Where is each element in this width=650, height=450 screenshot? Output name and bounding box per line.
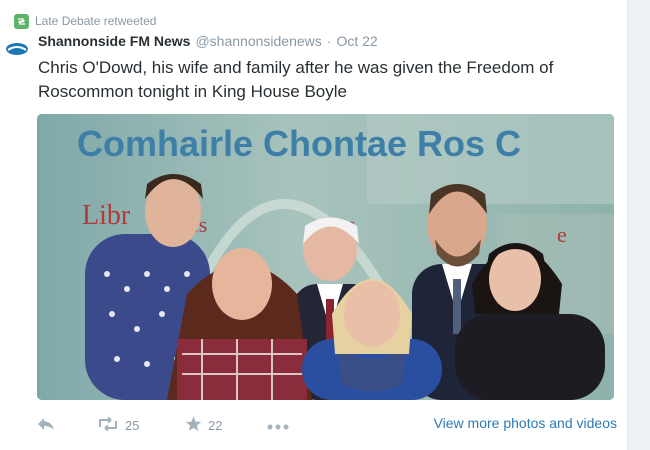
favorite-count: 22 [208, 417, 223, 433]
banner-text-5: e [557, 222, 567, 247]
retweet-icon [14, 13, 29, 29]
banner-text-2: Libr [82, 200, 131, 231]
tweet-actions: 25 22 View more photos and videos [37, 412, 617, 438]
reply-button[interactable] [37, 412, 61, 438]
reply-icon [37, 417, 55, 434]
banner-text: Comhairle Chontae Ros C [77, 123, 521, 164]
more-options-button[interactable] [267, 412, 289, 438]
view-more-photos-link[interactable]: View more photos and videos [434, 415, 617, 431]
more-icon [267, 418, 289, 433]
star-icon [185, 416, 202, 435]
tweet-text: Chris O'Dowd, his wife and family after … [38, 58, 554, 101]
tweet-photo[interactable]: Comhairle Chontae Ros C Libr es s e [37, 114, 614, 400]
retweet-count: 25 [125, 417, 140, 433]
avatar[interactable] [4, 36, 30, 62]
scrollbar[interactable] [627, 0, 650, 450]
retweet-context: Late Debate retweeted [14, 12, 156, 30]
author-name[interactable]: Shannonside FM News [38, 33, 190, 49]
tweet-timestamp[interactable]: Oct 22 [336, 33, 377, 49]
separator-dot: · [326, 33, 332, 49]
retweet-button[interactable]: 25 [97, 412, 139, 438]
tweet-header: Shannonside FM News @shannonsidenews · O… [38, 33, 378, 49]
retweeter-label[interactable]: Late Debate retweeted [35, 14, 156, 28]
favorite-button[interactable]: 22 [185, 412, 222, 438]
author-handle[interactable]: @shannonsidenews [195, 33, 321, 49]
retweet-action-icon [97, 416, 119, 434]
